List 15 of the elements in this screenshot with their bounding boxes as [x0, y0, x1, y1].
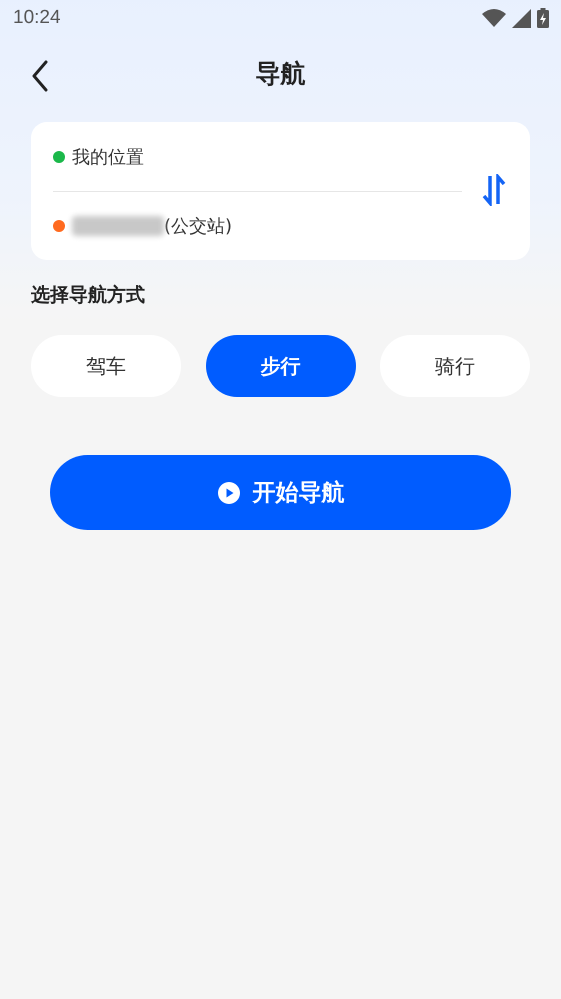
signal-icon — [512, 8, 531, 28]
back-icon — [30, 60, 50, 92]
section-title: 选择导航方式 — [31, 283, 146, 308]
location-label: 我的位置 — [72, 146, 144, 168]
status-time: 10:24 — [13, 7, 61, 29]
battery-icon — [537, 8, 549, 28]
location-label: (公交站) — [164, 214, 232, 238]
wifi-icon — [482, 9, 506, 27]
page-title: 导航 — [256, 58, 306, 90]
swap-icon — [482, 174, 506, 206]
play-icon — [216, 480, 240, 504]
mode-button[interactable]: 骑行 — [380, 335, 530, 397]
mode-button[interactable]: 驾车 — [31, 335, 181, 397]
mode-button[interactable]: 步行 — [206, 335, 356, 397]
start-navigation-button[interactable]: 开始导航 — [50, 455, 511, 530]
